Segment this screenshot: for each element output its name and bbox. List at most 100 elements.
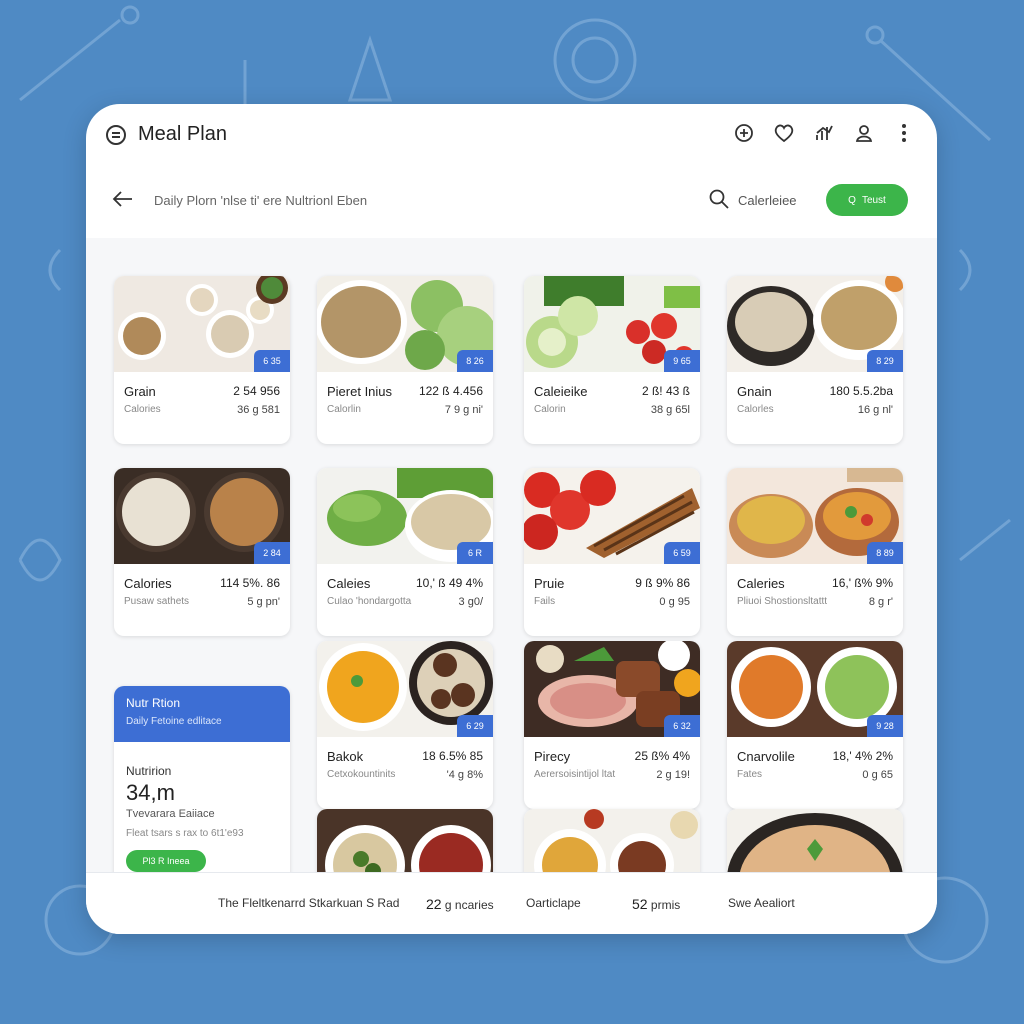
- nutrition-panel: Nutr Rtion Daily Fetoine edlitace Nutrir…: [114, 686, 290, 872]
- card-subtitle: Pliuoi Shostionsltattt: [737, 596, 828, 607]
- panel-line-1: Tvevarara Eaiiace: [126, 808, 215, 820]
- card-value-2: 7 9 g ni': [444, 404, 483, 416]
- search-icon[interactable]: [708, 188, 730, 215]
- meal-card[interactable]: [317, 809, 493, 872]
- card-value-1: 2 54 956: [233, 384, 280, 398]
- meal-card[interactable]: 9 28 Cnarvolile Fates 18,' 4% 2% 0 g 65: [727, 641, 903, 809]
- card-badge: 8 26: [457, 350, 493, 372]
- menu-icon[interactable]: [106, 125, 126, 145]
- top-bar: Meal Plan: [86, 104, 937, 165]
- panel-subtitle: Daily Fetoine edlitace: [126, 716, 222, 727]
- card-value-2: 8 g r': [868, 596, 893, 608]
- card-badge: 6 32: [664, 715, 700, 737]
- meal-card[interactable]: 9 65 Caleieike Calorin 2 ß! 43 ß 38 g 65l: [524, 276, 700, 444]
- card-value-2: 16 g nl': [857, 404, 893, 416]
- footer-value-2: 52: [632, 896, 648, 912]
- meal-card[interactable]: 6 R Caleies Culao 'hondargotta 10,' ß 49 4%…: [317, 468, 493, 636]
- card-subtitle: Calorles: [737, 404, 774, 415]
- card-value-1: 16,' ß% 9%: [832, 576, 893, 590]
- meal-grid: 6 35 Grain Calories 2 54 956 36 g 581 8 26 Pie…: [86, 238, 937, 872]
- test-button[interactable]: Q Teust: [826, 184, 908, 216]
- meal-card[interactable]: 8 89 Caleries Pliuoi Shostionsltattt 16,' ß…: [727, 468, 903, 636]
- meal-card[interactable]: 6 29 Bakok Cetxokountinits 18 6.5% 85 '4 g 8…: [317, 641, 493, 809]
- back-arrow-icon[interactable]: [112, 188, 134, 214]
- card-badge: 9 65: [664, 350, 700, 372]
- card-subtitle: Calorin: [534, 404, 566, 415]
- card-subtitle: Fails: [534, 596, 556, 607]
- button-icon: Q: [848, 194, 856, 206]
- panel-title: Nutr Rtion: [126, 696, 181, 710]
- card-badge: 6 R: [457, 542, 493, 564]
- food-image: [317, 809, 493, 872]
- app-window: Meal Plan Daily Plorn 'nlse ti' ere Nult…: [86, 104, 937, 934]
- meal-card[interactable]: 8 26 Pieret Inius Calorlin 122 ß 4.456 7 9 g…: [317, 276, 493, 444]
- card-badge: 8 29: [867, 350, 903, 372]
- chart-icon[interactable]: [813, 122, 835, 144]
- footer-item-1: The Fleltkenarrd Stkarkuan S Rad: [218, 896, 400, 910]
- card-value-1: 25 ß% 4%: [634, 749, 690, 763]
- card-value-1: 114 5%. 86: [220, 576, 280, 590]
- meal-card[interactable]: 6 59 Pruie Fails 9 ß 9% 86 0 g 95: [524, 468, 700, 636]
- meal-card[interactable]: [524, 809, 700, 872]
- card-value-1: 9 ß 9% 86: [635, 576, 690, 590]
- card-badge: 9 28: [867, 715, 903, 737]
- card-title: Cnarvolile: [737, 749, 795, 764]
- card-value-2: 0 g 65: [862, 769, 893, 781]
- summary-footer: The Fleltkenarrd Stkarkuan S Rad 22 g nc…: [86, 872, 937, 934]
- card-value-1: 10,' ß 49 4%: [416, 576, 483, 590]
- footer-stat-1: 22 g ncaries: [426, 896, 494, 912]
- footer-item-2: Oarticlape: [526, 896, 581, 910]
- meal-card[interactable]: 8 29 Gnain Calorles 180 5.5.2ba 16 g nl': [727, 276, 903, 444]
- meal-card[interactable]: 2 84 Calories Pusaw sathets 114 5%. 86 5 g p…: [114, 468, 290, 636]
- card-title: Caleieike: [534, 384, 588, 399]
- search-label[interactable]: Calerleiee: [738, 193, 797, 208]
- more-icon[interactable]: [893, 122, 915, 144]
- meal-card[interactable]: 6 32 Pirecy Aerersoisintijol ltat 25 ß% 4% 2…: [524, 641, 700, 809]
- card-title: Calories: [124, 576, 172, 591]
- user-icon[interactable]: [853, 122, 875, 144]
- card-value-2: 38 g 65l: [650, 404, 690, 416]
- card-subtitle: Fates: [737, 769, 763, 780]
- meal-card[interactable]: [727, 809, 903, 872]
- footer-stat-2: 52 prmis: [632, 896, 680, 912]
- card-title: Bakok: [327, 749, 364, 764]
- card-badge: 6 59: [664, 542, 700, 564]
- card-subtitle: Calories: [124, 404, 161, 415]
- card-value-1: 18 6.5% 85: [422, 749, 483, 763]
- card-title: Gnain: [737, 384, 772, 399]
- card-value-1: 180 5.5.2ba: [829, 384, 893, 398]
- plus-circle-icon[interactable]: [733, 122, 755, 144]
- card-value-1: 2 ß! 43 ß: [641, 384, 690, 398]
- card-subtitle: Calorlin: [327, 404, 361, 415]
- panel-value: 34,m: [126, 780, 175, 805]
- heart-icon[interactable]: [773, 122, 795, 144]
- panel-header: Nutr Rtion Daily Fetoine edlitace: [114, 686, 290, 742]
- card-value-2: 0 g 95: [659, 596, 690, 608]
- card-badge: 2 84: [254, 542, 290, 564]
- card-badge: 6 35: [254, 350, 290, 372]
- footer-value-1: 22: [426, 896, 442, 912]
- card-badge: 8 89: [867, 542, 903, 564]
- card-title: Caleies: [327, 576, 371, 591]
- card-value-1: 18,' 4% 2%: [832, 749, 893, 763]
- card-title: Caleries: [737, 576, 785, 591]
- card-value-2: 3 g0/: [458, 596, 483, 608]
- panel-label: Nutririon: [126, 764, 172, 778]
- button-label: Teust: [861, 194, 886, 206]
- panel-button[interactable]: Pl3 R Ineea: [126, 850, 206, 872]
- card-value-2: 2 g 19!: [656, 769, 690, 781]
- card-value-2: '4 g 8%: [446, 769, 483, 781]
- panel-line-2: Fleat tsars s rax to 6t1'e93: [126, 828, 244, 839]
- sub-toolbar: Daily Plorn 'nlse ti' ere Nultrionl Eben…: [86, 164, 937, 239]
- card-value-2: 36 g 581: [237, 404, 280, 416]
- footer-item-3[interactable]: Swe Aealiort: [728, 896, 795, 910]
- app-title: Meal Plan: [138, 123, 227, 145]
- meal-card[interactable]: 6 35 Grain Calories 2 54 956 36 g 581: [114, 276, 290, 444]
- card-title: Grain: [124, 384, 156, 399]
- card-title: Pirecy: [534, 749, 571, 764]
- card-title: Pieret Inius: [327, 384, 393, 399]
- card-subtitle: Pusaw sathets: [124, 596, 190, 607]
- top-icons: [733, 122, 915, 144]
- card-subtitle: Aerersoisintijol ltat: [534, 769, 616, 780]
- breadcrumb: Daily Plorn 'nlse ti' ere Nultrionl Eben: [154, 193, 368, 208]
